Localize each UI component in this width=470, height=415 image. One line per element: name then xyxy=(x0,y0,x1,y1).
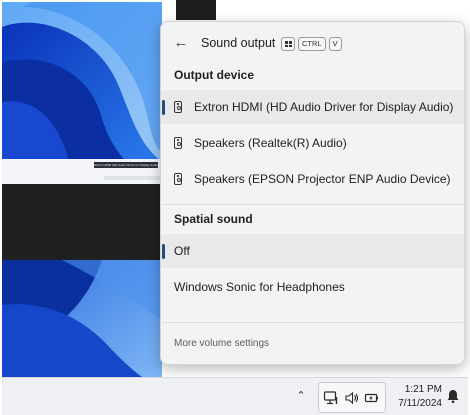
sound-output-flyout: ← Sound output CTRL V Output device Extr… xyxy=(160,21,465,365)
battery-icon xyxy=(364,393,378,403)
quick-settings-tray[interactable] xyxy=(318,382,386,413)
device-extron-hdmi[interactable]: Extron HDMI (HD Audio Driver for Display… xyxy=(161,90,464,124)
chevron-up-icon[interactable]: ⌃ xyxy=(293,386,309,406)
device-label: Extron HDMI (HD Audio Driver for Display… xyxy=(194,100,454,114)
ctrl-key: CTRL xyxy=(298,37,326,51)
flyout-title: Sound output xyxy=(201,36,276,50)
volume-icon xyxy=(345,391,359,405)
spatial-option-label: Off xyxy=(174,244,190,258)
device-epson-projector[interactable]: Speakers (EPSON Projector ENP Audio Devi… xyxy=(161,162,464,196)
notification-bell-icon[interactable] xyxy=(446,388,460,404)
background-window-title: Extron HDMI (HD Audio Driver for Display… xyxy=(94,162,158,168)
background-window-edge xyxy=(176,0,216,20)
section-divider xyxy=(162,204,463,205)
background-dark-area xyxy=(2,184,162,260)
flyout-header: ← Sound output CTRL V xyxy=(161,22,464,66)
background-window-toolbar xyxy=(104,176,162,180)
wallpaper-bloom xyxy=(2,2,162,175)
wallpaper-bloom-lower xyxy=(2,260,162,377)
windows-key xyxy=(281,37,295,51)
selection-indicator xyxy=(162,100,165,115)
device-label: Speakers (EPSON Projector ENP Audio Devi… xyxy=(194,172,451,186)
windows-logo-icon xyxy=(285,41,292,47)
spatial-option-off[interactable]: Off xyxy=(161,234,464,268)
clock-time: 1:21 PM xyxy=(404,384,442,395)
more-volume-settings-link[interactable]: More volume settings xyxy=(174,338,269,349)
taskbar: ⌃ 1:21 PM 7/11/2024 xyxy=(2,377,468,415)
spatial-option-windows-sonic[interactable]: Windows Sonic for Headphones xyxy=(161,270,464,304)
back-arrow-icon[interactable]: ← xyxy=(171,33,191,53)
spatial-option-label: Windows Sonic for Headphones xyxy=(174,280,345,294)
speaker-device-icon xyxy=(174,101,182,113)
clock-date: 7/11/2024 xyxy=(398,398,442,409)
keyboard-shortcut: CTRL V xyxy=(281,37,342,51)
speaker-device-icon xyxy=(174,173,182,185)
selection-indicator xyxy=(162,244,165,259)
speaker-device-icon xyxy=(174,137,182,149)
v-key: V xyxy=(328,37,342,51)
spatial-sound-heading: Spatial sound xyxy=(174,212,253,226)
device-realtek-speakers[interactable]: Speakers (Realtek(R) Audio) xyxy=(161,126,464,160)
taskbar-clock[interactable]: 1:21 PM 7/11/2024 xyxy=(390,383,442,411)
network-icon xyxy=(323,391,338,405)
section-divider xyxy=(162,322,463,323)
output-device-heading: Output device xyxy=(174,68,255,82)
device-label: Speakers (Realtek(R) Audio) xyxy=(194,136,347,150)
